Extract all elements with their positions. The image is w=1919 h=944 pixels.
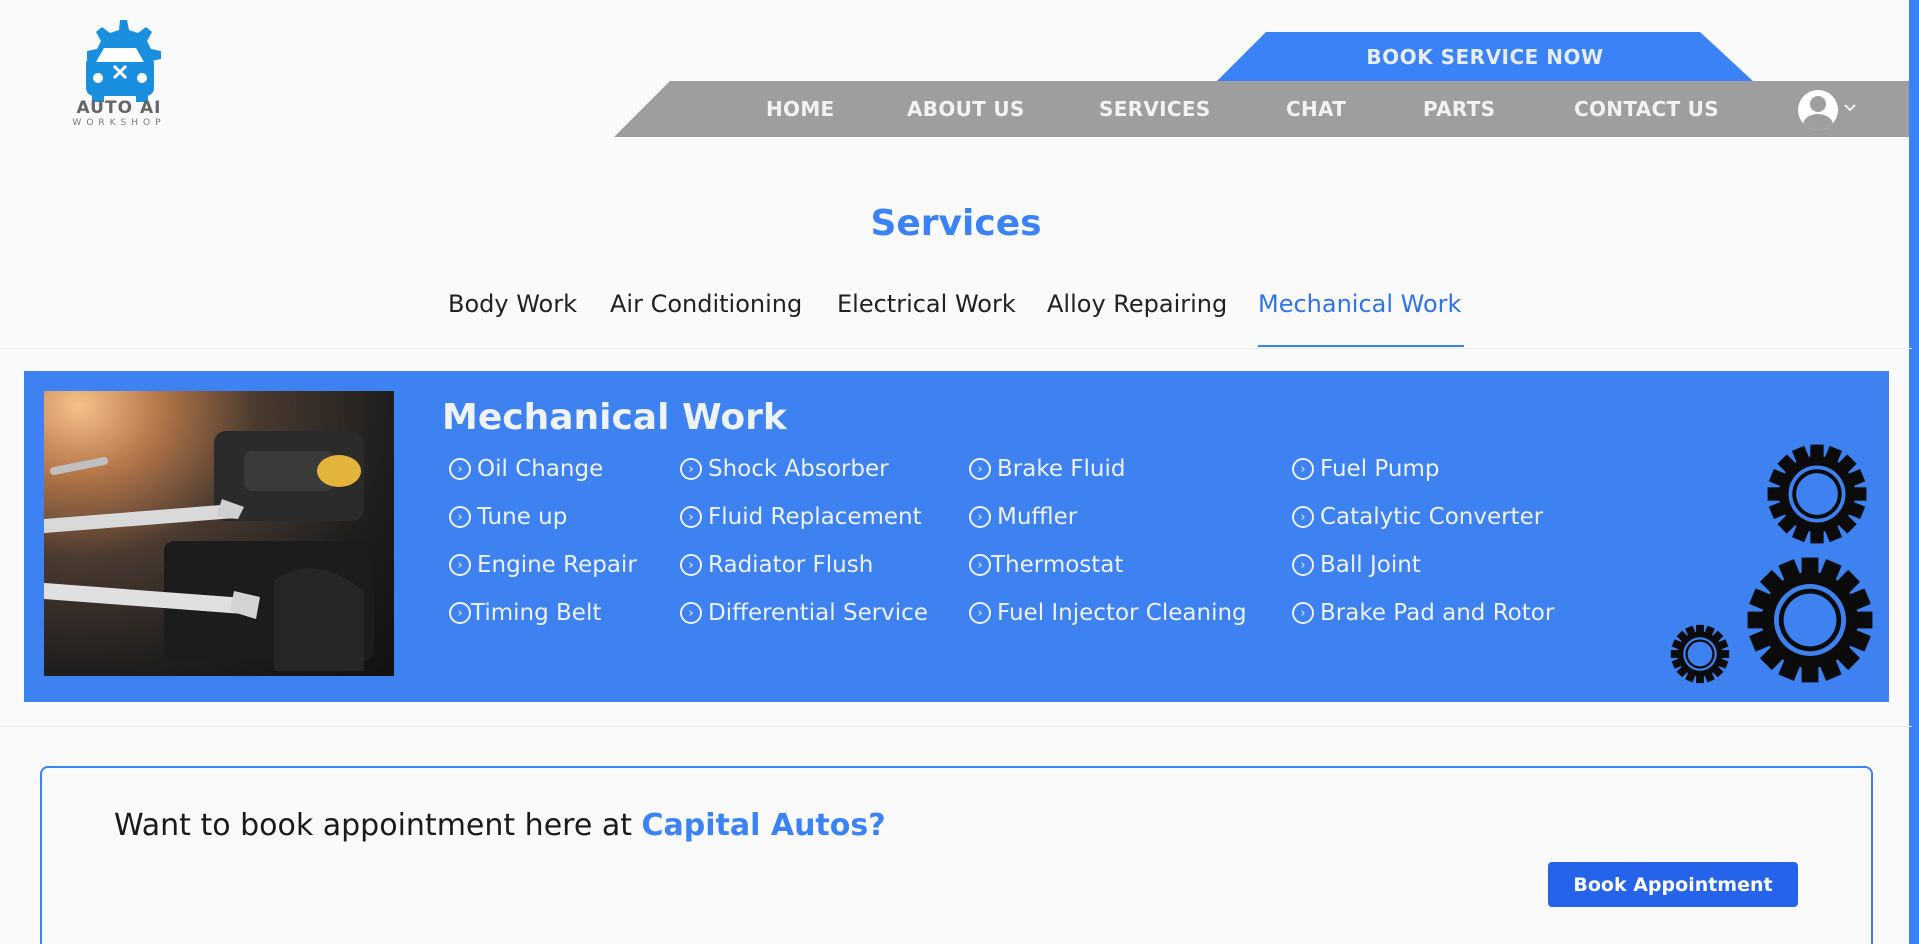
nav-item-about-us[interactable]: ABOUT US xyxy=(907,81,1025,137)
nav-item-contact-us[interactable]: CONTACT US xyxy=(1574,81,1719,137)
circle-chevron-right-icon: › xyxy=(969,506,991,528)
circle-chevron-right-icon: › xyxy=(969,554,991,576)
service-item: › Fuel Pump xyxy=(1292,456,1439,482)
logo-text: AUTO AI xyxy=(76,98,162,118)
service-item: › Ball Joint xyxy=(1292,552,1421,578)
service-item: › Tune up xyxy=(449,504,567,530)
service-item: › Oil Change xyxy=(449,456,603,482)
appointment-prompt: Want to book appointment here at Capital… xyxy=(114,808,886,843)
circle-chevron-right-icon: › xyxy=(680,506,702,528)
chevron-down-icon[interactable] xyxy=(1843,101,1857,117)
mechanical-work-panel: Mechanical Work › Oil Change › Tune up › En… xyxy=(24,371,1889,702)
circle-chevron-right-icon: › xyxy=(1292,554,1314,576)
circle-chevron-right-icon: › xyxy=(1292,458,1314,480)
service-item: › Shock Absorber xyxy=(680,456,889,482)
section-divider xyxy=(0,726,1912,727)
circle-chevron-right-icon: › xyxy=(449,506,471,528)
scrollbar[interactable] xyxy=(1909,0,1919,944)
service-item: › Brake Fluid xyxy=(969,456,1125,482)
service-item: › Brake Pad and Rotor xyxy=(1292,600,1554,626)
appointment-card: Want to book appointment here at Capital… xyxy=(40,766,1873,944)
circle-chevron-right-icon: › xyxy=(969,458,991,480)
panel-title: Mechanical Work xyxy=(442,397,787,438)
tab-body-work[interactable]: Body Work xyxy=(448,290,577,318)
tab-electrical-work[interactable]: Electrical Work xyxy=(837,290,1016,318)
gear-icon xyxy=(1670,444,1873,684)
circle-chevron-right-icon: › xyxy=(449,458,471,480)
circle-chevron-right-icon: › xyxy=(1292,602,1314,624)
service-item: › Differential Service xyxy=(680,600,928,626)
logo-subtext: WORKSHOP xyxy=(72,118,166,128)
main-nav: HOME ABOUT US SERVICES CHAT PARTS CONTAC… xyxy=(614,81,1919,137)
user-avatar-icon[interactable] xyxy=(1798,90,1838,130)
service-item: › Fluid Replacement xyxy=(680,504,922,530)
book-service-now-label: BOOK SERVICE NOW xyxy=(1366,45,1604,69)
service-item: › Radiator Flush xyxy=(680,552,873,578)
service-item: › Thermostat xyxy=(969,552,1123,578)
service-item: › Timing Belt xyxy=(449,600,601,626)
service-item: › Engine Repair xyxy=(449,552,637,578)
engine-image xyxy=(44,391,394,676)
nav-item-parts[interactable]: PARTS xyxy=(1423,81,1495,137)
circle-chevron-right-icon: › xyxy=(680,554,702,576)
nav-item-services[interactable]: SERVICES xyxy=(1099,81,1211,137)
circle-chevron-right-icon: › xyxy=(449,602,471,624)
tabs-divider xyxy=(0,348,1912,349)
circle-chevron-right-icon: › xyxy=(680,602,702,624)
circle-chevron-right-icon: › xyxy=(449,554,471,576)
tab-alloy-repairing[interactable]: Alloy Repairing xyxy=(1047,290,1227,318)
circle-chevron-right-icon: › xyxy=(680,458,702,480)
logo[interactable]: AUTO AI WORKSHOP xyxy=(52,18,188,130)
book-appointment-button[interactable]: Book Appointment xyxy=(1548,862,1798,907)
nav-item-chat[interactable]: CHAT xyxy=(1286,81,1346,137)
tab-mechanical-work[interactable]: Mechanical Work xyxy=(1258,290,1461,318)
service-item: › Fuel Injector Cleaning xyxy=(969,600,1247,626)
tab-air-conditioning[interactable]: Air Conditioning xyxy=(610,290,802,318)
active-tab-indicator xyxy=(1258,345,1464,347)
brand-name: Capital Autos? xyxy=(641,808,886,843)
nav-item-home[interactable]: HOME xyxy=(766,81,835,137)
service-item: › Muffler xyxy=(969,504,1077,530)
book-service-now-button[interactable]: BOOK SERVICE NOW xyxy=(1216,32,1754,82)
circle-chevron-right-icon: › xyxy=(1292,506,1314,528)
service-item: › Catalytic Converter xyxy=(1292,504,1543,530)
page-title: Services xyxy=(870,203,1042,244)
circle-chevron-right-icon: › xyxy=(969,602,991,624)
